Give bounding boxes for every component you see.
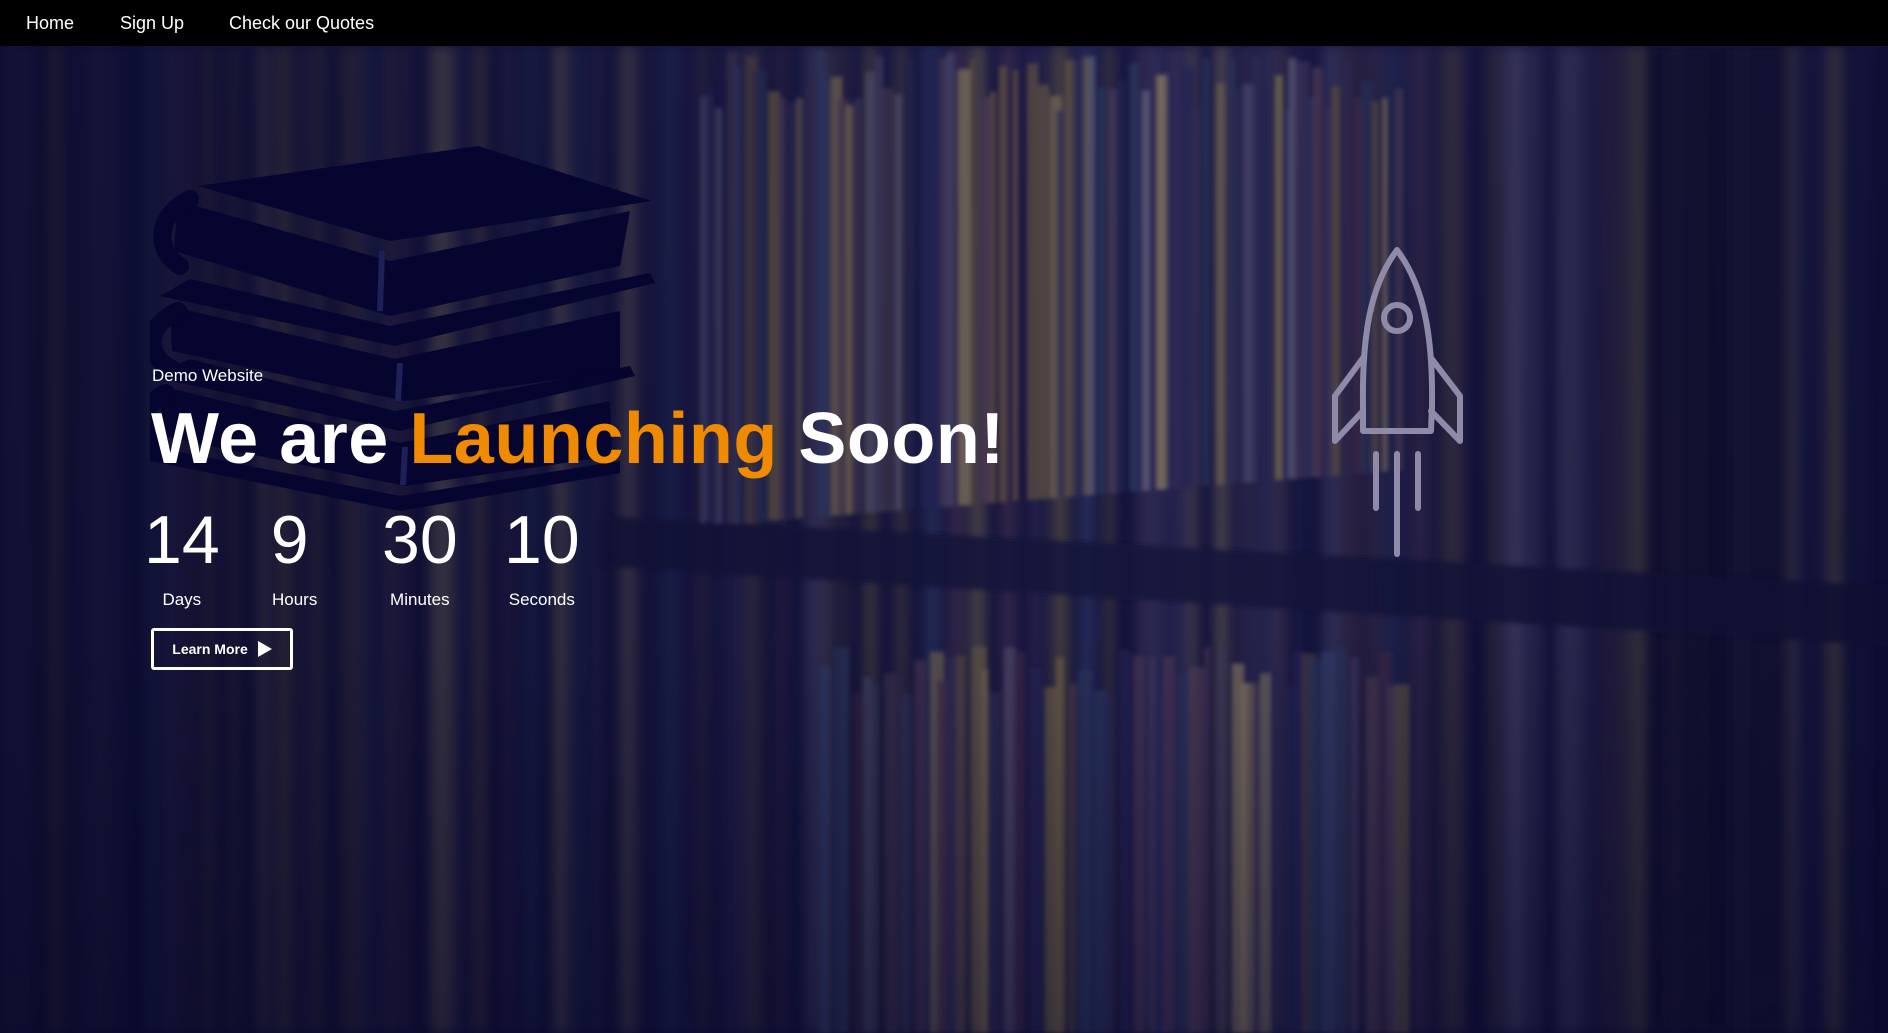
countdown-seconds-label: Seconds [508, 590, 575, 609]
nav-link-sign-up[interactable]: Sign Up [120, 13, 184, 34]
rocket-icon [1332, 247, 1463, 557]
countdown-days: 14 Days [144, 506, 220, 610]
countdown-minutes-label: Minutes [390, 590, 450, 609]
headline-part-start: We are [151, 399, 389, 479]
countdown-hours-label: Hours [272, 590, 318, 609]
learn-more-label: Learn More [172, 641, 248, 657]
headline-part-end: Soon! [798, 399, 1005, 479]
launch-headline: We are Launching Soon! [151, 403, 1005, 475]
nav-link-home[interactable]: Home [26, 13, 74, 34]
countdown-minutes: 30 Minutes [382, 506, 458, 610]
nav-link-check-quotes[interactable]: Check our Quotes [229, 13, 374, 34]
countdown-seconds-value: 10 [504, 502, 580, 578]
countdown-days-value: 14 [144, 502, 220, 578]
top-navbar: Home Sign Up Check our Quotes [0, 0, 1888, 46]
headline-accent-word: Launching [409, 399, 778, 479]
eyebrow-text: Demo Website [152, 366, 264, 385]
books-icon [150, 146, 655, 511]
countdown-hours: 9 Hours [262, 502, 318, 610]
hero-section: Demo Website We are Launching Soon! 14 D… [0, 46, 1888, 1033]
countdown-minutes-value: 30 [382, 502, 458, 578]
countdown-hours-value: 9 [270, 502, 309, 578]
countdown-seconds: 10 Seconds [504, 506, 580, 610]
learn-more-button[interactable]: Learn More [151, 628, 293, 670]
countdown-days-label: Days [162, 590, 202, 609]
play-icon [257, 641, 272, 657]
